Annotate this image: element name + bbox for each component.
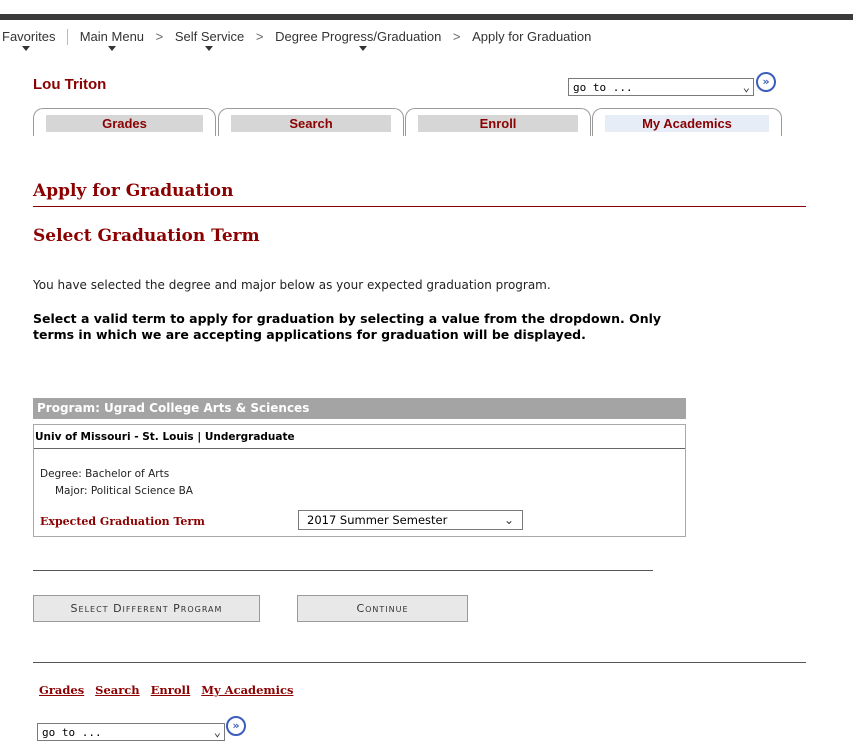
tab-grades[interactable]: Grades (33, 108, 216, 136)
double-chevron-right-icon: » (762, 75, 770, 88)
program-header: Program: Ugrad College Arts & Sciences (33, 398, 686, 419)
double-chevron-right-icon: » (232, 719, 240, 732)
link-grades[interactable]: Grades (39, 683, 84, 697)
link-my-academics[interactable]: My Academics (201, 683, 293, 697)
graduation-term-value: 2017 Summer Semester (307, 513, 448, 527)
career-divider (34, 448, 685, 449)
chevron-down-icon (204, 46, 213, 51)
chevron-down-icon: ⌄ (742, 80, 750, 94)
breadcrumb: Favorites Main Menu > Self Service > Deg… (0, 29, 593, 51)
breadcrumb-separator: > (452, 29, 461, 44)
top-bar (0, 14, 853, 20)
link-enroll[interactable]: Enroll (151, 683, 191, 697)
chevron-down-icon: ⌄ (503, 513, 514, 527)
bottom-nav-links: Grades Search Enroll My Academics (39, 683, 304, 697)
career-label: Univ of Missouri - St. Louis | Undergrad… (35, 431, 295, 443)
chevron-down-icon (359, 46, 368, 51)
goto-select-bottom[interactable]: go to ... ⌄ (37, 723, 225, 741)
title-divider (33, 206, 806, 207)
divider (33, 570, 653, 571)
goto-select[interactable]: go to ... ⌄ (568, 78, 754, 96)
favorites-menu[interactable]: Favorites (0, 29, 57, 51)
tab-label: Enroll (418, 115, 578, 132)
chevron-down-icon (22, 46, 30, 51)
main-menu[interactable]: Main Menu (78, 29, 146, 51)
major-label: Major: Political Science BA (55, 485, 193, 497)
tab-search[interactable]: Search (218, 108, 404, 136)
main-menu-label: Main Menu (79, 29, 145, 44)
tab-enroll[interactable]: Enroll (405, 108, 591, 136)
tab-label: Grades (46, 115, 203, 132)
intro-text: You have selected the degree and major b… (33, 278, 551, 292)
link-search[interactable]: Search (95, 683, 140, 697)
apply-graduation-crumb[interactable]: Apply for Graduation (470, 29, 593, 44)
breadcrumb-separator: > (155, 29, 164, 44)
divider (33, 662, 806, 663)
goto-value: go to ... (573, 81, 633, 94)
section-title: Select Graduation Term (33, 226, 260, 246)
go-button[interactable]: » (756, 72, 776, 92)
instructions-text: Select a valid term to apply for graduat… (33, 311, 662, 342)
apply-graduation-label: Apply for Graduation (472, 29, 592, 44)
tab-label: Search (231, 115, 391, 132)
self-service-menu[interactable]: Self Service (173, 29, 246, 51)
divider (67, 29, 69, 45)
student-name: Lou Triton (33, 76, 107, 93)
go-button-bottom[interactable]: » (226, 716, 246, 736)
select-different-program-button[interactable]: Select Different Program (33, 595, 260, 622)
favorites-label: Favorites (2, 29, 56, 44)
degree-progress-menu[interactable]: Degree Progress/Graduation (273, 29, 443, 51)
tab-my-academics[interactable]: My Academics (592, 108, 782, 136)
degree-progress-label: Degree Progress/Graduation (275, 29, 442, 44)
graduation-term-label: Expected Graduation Term (40, 515, 205, 528)
chevron-down-icon (107, 46, 116, 51)
continue-button[interactable]: Continue (297, 595, 468, 622)
degree-label: Degree: Bachelor of Arts (40, 468, 170, 480)
chevron-down-icon: ⌄ (213, 725, 221, 739)
graduation-term-select[interactable]: 2017 Summer Semester ⌄ (298, 510, 523, 530)
breadcrumb-separator: > (255, 29, 264, 44)
self-service-label: Self Service (174, 29, 245, 44)
page-title: Apply for Graduation (33, 181, 234, 201)
tab-label: My Academics (605, 115, 769, 132)
goto-value: go to ... (42, 726, 102, 739)
